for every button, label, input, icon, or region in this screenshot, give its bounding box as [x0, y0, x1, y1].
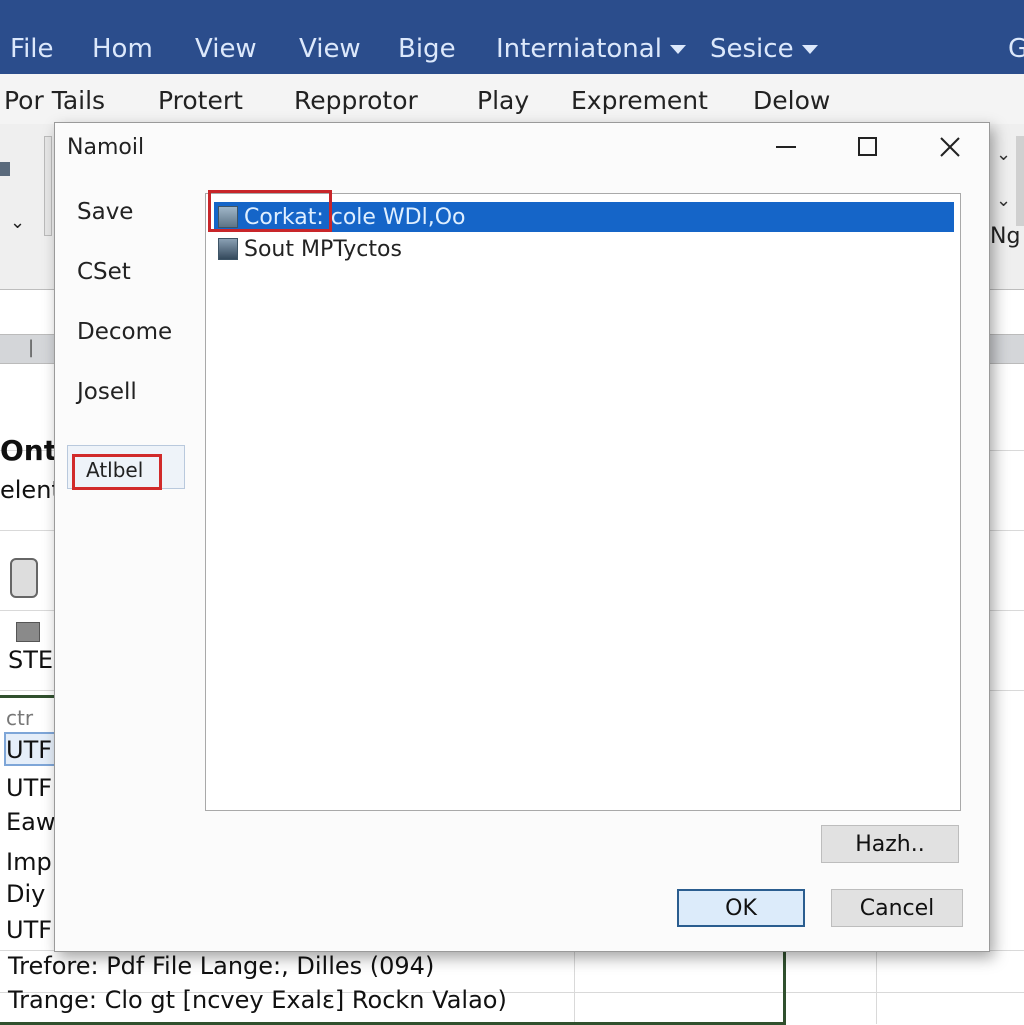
- tab-por-tails[interactable]: Por Tails: [4, 86, 105, 115]
- tab-repprotor[interactable]: Repprotor: [294, 86, 418, 115]
- maximize-button[interactable]: [843, 129, 893, 165]
- database-icon: [10, 558, 38, 598]
- menu-home[interactable]: Hom: [92, 34, 153, 64]
- ribbon-divider: [44, 136, 52, 236]
- menu-view-2[interactable]: View: [299, 34, 361, 64]
- chevron-down-icon[interactable]: ⌄: [10, 212, 25, 233]
- cell-text[interactable]: Trefore: Pdf File Lange:, Dilles (094): [8, 952, 434, 980]
- row-label: UTF: [6, 736, 53, 764]
- menu-sesice[interactable]: Sesice: [710, 34, 818, 64]
- row-label: ctr: [6, 706, 34, 730]
- cell-text[interactable]: Trange: Clo gt [ncvey Exalɛ] Rockn Valao…: [8, 986, 507, 1014]
- ribbon-swatch-icon: [0, 162, 10, 176]
- minimize-icon: [776, 146, 796, 148]
- chevron-down-icon: [669, 45, 686, 54]
- file-list[interactable]: Corkat: cole WDl,Oo Sout MPTyctos: [205, 190, 961, 811]
- row-label: Imp: [6, 848, 52, 876]
- menu-view[interactable]: View: [195, 34, 257, 64]
- nav-attach-label: Atlbel: [86, 458, 144, 482]
- nav-save[interactable]: Save: [77, 199, 133, 225]
- row-label: UTF: [6, 774, 53, 802]
- file-item[interactable]: Sout MPTyctos: [214, 234, 954, 264]
- row-label: Eaw: [6, 808, 56, 836]
- tab-play[interactable]: Play: [477, 86, 529, 115]
- cancel-button[interactable]: Cancel: [831, 889, 963, 927]
- highlight-box: [208, 190, 332, 232]
- menu-international-label: Interniatonal: [496, 34, 662, 64]
- tab-protert[interactable]: Protert: [158, 86, 243, 115]
- sheet-label-ste: STE: [8, 646, 54, 674]
- ok-button[interactable]: OK: [677, 889, 805, 927]
- minimize-button[interactable]: [761, 129, 811, 165]
- table-icon: [16, 622, 40, 642]
- nav-josell[interactable]: Josell: [77, 379, 137, 405]
- sheet-subheading: elent: [0, 476, 61, 504]
- close-icon: [940, 137, 960, 157]
- file-icon: [218, 238, 238, 260]
- tab-delow[interactable]: Delow: [753, 86, 830, 115]
- menu-partial[interactable]: G: [1008, 34, 1024, 64]
- tab-exprement[interactable]: Exprement: [571, 86, 708, 115]
- file-name: Sout MPTyctos: [244, 236, 402, 262]
- chevron-down-icon: [801, 45, 818, 54]
- row-label: Diy: [6, 880, 46, 908]
- nav-decome[interactable]: Decome: [77, 319, 172, 345]
- hash-button[interactable]: Hazh..: [821, 825, 959, 863]
- ribbon-label: Ng: [990, 224, 1021, 249]
- menu-file[interactable]: File: [10, 34, 54, 64]
- dialog-window: Namoil Save CSet Decome Josell Atlbel Co…: [54, 122, 990, 952]
- chevron-down-icon[interactable]: ⌄: [996, 144, 1011, 165]
- menu-sesice-label: Sesice: [710, 34, 794, 64]
- chevron-down-icon[interactable]: ⌄: [996, 190, 1011, 211]
- maximize-icon: [858, 137, 877, 156]
- nav-cset[interactable]: CSet: [77, 259, 131, 285]
- row-label: UTF: [6, 916, 53, 944]
- menu-international[interactable]: Interniatonal: [496, 34, 686, 64]
- file-item[interactable]: Corkat: cole WDl,Oo: [208, 190, 954, 232]
- menu-bige[interactable]: Bige: [398, 34, 456, 64]
- ribbon-divider: [1016, 136, 1024, 226]
- sheet-heading: Ont: [0, 434, 58, 467]
- menu-bar: File Hom View View Bige Interniatonal Se…: [0, 0, 1024, 74]
- close-button[interactable]: [925, 129, 975, 165]
- dialog-title: Namoil: [67, 135, 145, 160]
- column-header-marker: |: [28, 337, 35, 358]
- nav-attach[interactable]: Atlbel: [67, 445, 185, 490]
- ribbon-tabs: Por Tails Protert Repprotor Play Expreme…: [0, 74, 1024, 124]
